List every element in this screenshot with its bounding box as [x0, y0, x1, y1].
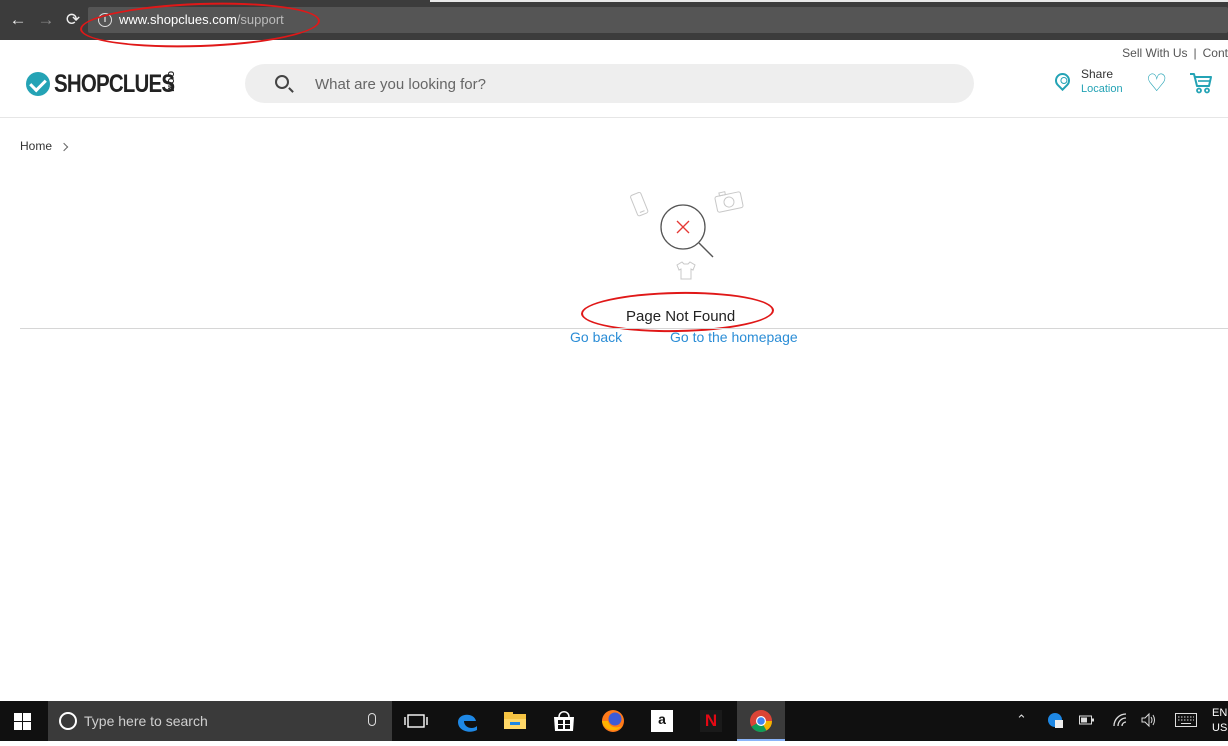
location-pin-icon — [1051, 69, 1074, 92]
netflix-letter: N — [700, 710, 722, 732]
breadcrumb: Home — [20, 139, 69, 153]
wishlist-heart-icon[interactable]: ♡ — [1146, 72, 1168, 96]
phone-icon — [630, 191, 649, 217]
contact-link[interactable]: Cont — [1203, 46, 1228, 60]
battery-icon[interactable] — [1079, 714, 1095, 729]
search-input[interactable] — [315, 73, 955, 95]
shopclues-logo[interactable]: SHOPCLUES COM — [26, 70, 201, 98]
file-explorer-icon[interactable] — [491, 701, 539, 741]
skype-tray-icon[interactable] — [1046, 711, 1064, 732]
task-view-icon[interactable] — [392, 701, 440, 741]
cart-icon[interactable] — [1189, 72, 1213, 94]
camera-icon — [714, 191, 744, 213]
language-code: EN — [1212, 707, 1228, 719]
edge-browser-icon[interactable] — [443, 701, 491, 741]
volume-icon[interactable] — [1140, 712, 1158, 731]
checkmark-icon — [26, 72, 50, 96]
store-icon[interactable] — [540, 701, 588, 741]
tshirt-icon — [676, 261, 696, 280]
logo-wordmark: SHOPCLUES — [54, 69, 175, 98]
tab-strip-edge — [430, 0, 1228, 2]
touch-keyboard-icon[interactable] — [1175, 713, 1197, 730]
info-icon[interactable]: i — [98, 13, 112, 27]
taskbar-search-box[interactable] — [48, 701, 392, 741]
firefox-icon[interactable] — [589, 701, 637, 741]
forward-button[interactable]: → — [36, 10, 56, 30]
chrome-browser-icon[interactable] — [737, 701, 785, 741]
content-divider — [20, 328, 1228, 329]
sell-with-us-link[interactable]: Sell With Us — [1122, 46, 1187, 60]
amazon-shortcut-icon[interactable]: a — [638, 701, 686, 741]
breadcrumb-home[interactable]: Home — [20, 139, 52, 153]
header-divider — [0, 117, 1228, 118]
browser-toolbar: ← → ⟳ i www.shopclues.com/support — [0, 0, 1228, 40]
location-label: Location — [1081, 83, 1123, 95]
share-label: Share — [1081, 67, 1114, 81]
top-links-separator: | — [1193, 46, 1197, 60]
input-language-indicator[interactable]: EN US — [1212, 706, 1227, 736]
search-bar[interactable] — [245, 64, 974, 103]
region-code: US — [1212, 722, 1228, 734]
chevron-right-icon — [59, 142, 69, 152]
search-icon[interactable] — [275, 75, 289, 89]
windows-start-icon[interactable] — [14, 713, 31, 730]
amazon-letter: a — [651, 710, 673, 732]
page-not-found-title: Page Not Found — [626, 308, 736, 325]
top-links: Sell With Us | Cont — [1122, 46, 1228, 60]
cortana-icon[interactable] — [59, 712, 77, 730]
taskbar-search-input[interactable] — [84, 712, 354, 730]
reload-button[interactable]: ⟳ — [63, 10, 83, 30]
logo-suffix: COM — [166, 71, 175, 93]
magnifier-x-icon — [660, 204, 714, 258]
url-host: www.shopclues.com — [119, 12, 237, 27]
windows-taskbar: a N ⌃ EN US — [0, 701, 1228, 741]
page-not-found-illustration — [630, 191, 744, 280]
go-back-link[interactable]: Go back — [570, 329, 622, 345]
show-hidden-icons-button[interactable]: ⌃ — [1016, 712, 1027, 728]
wifi-icon[interactable] — [1112, 712, 1128, 731]
url-text[interactable]: www.shopclues.com/support — [119, 12, 284, 27]
microphone-icon[interactable] — [368, 713, 376, 726]
netflix-shortcut-icon[interactable]: N — [687, 701, 735, 741]
back-button[interactable]: ← — [8, 10, 28, 30]
address-bar[interactable]: i www.shopclues.com/support — [88, 7, 1228, 33]
go-to-homepage-link[interactable]: Go to the homepage — [670, 329, 798, 345]
url-path: /support — [236, 12, 284, 27]
